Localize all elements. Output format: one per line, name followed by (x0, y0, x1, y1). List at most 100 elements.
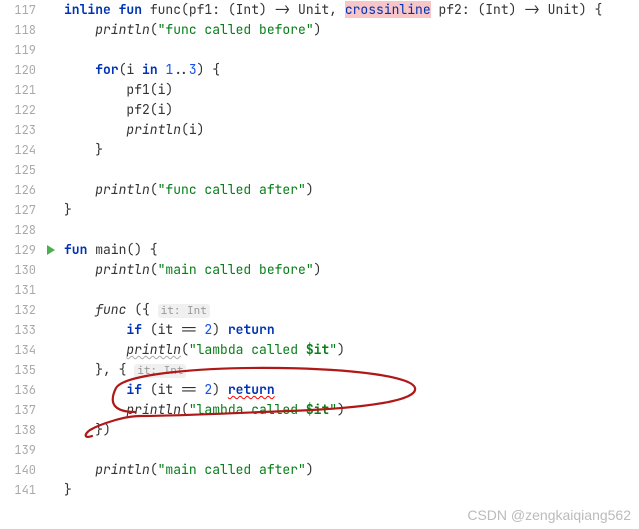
indent (64, 461, 95, 478)
line-number: 125 (0, 160, 36, 180)
indent (64, 121, 126, 138)
code-line[interactable]: pf1(i) (64, 80, 639, 100)
line-number: 119 (0, 40, 36, 60)
code-text: } (95, 141, 103, 158)
code-text: ( (150, 261, 158, 278)
code-area[interactable]: inline fun func(pf1: (Int) -> Unit, cros… (60, 0, 639, 529)
line-number: 118 (0, 20, 36, 40)
line-number: 132 (0, 300, 36, 320)
function-call: println (95, 461, 150, 478)
code-line[interactable]: }, { it: Int (64, 360, 639, 380)
function-call: func (95, 301, 134, 318)
code-text: (i (119, 61, 142, 78)
gutter-spacer (42, 300, 60, 320)
string-literal: " (329, 341, 337, 358)
keyword: if (126, 321, 142, 338)
code-text: main() { (95, 241, 157, 258)
keyword: return (228, 321, 275, 338)
gutter-spacer (42, 60, 60, 80)
code-line[interactable]: println("func called before") (64, 20, 639, 40)
code-text: (it == (142, 321, 204, 338)
code-text: pf1(i) (126, 81, 173, 98)
code-line[interactable]: println("lambda called $it") (64, 340, 639, 360)
code-text: ( (150, 461, 158, 478)
gutter-spacer (42, 380, 60, 400)
line-number: 126 (0, 180, 36, 200)
code-line[interactable]: func ({ it: Int (64, 300, 639, 320)
code-text: ) (337, 401, 345, 418)
code-text: ) { (197, 61, 220, 78)
line-number: 117 (0, 0, 36, 20)
code-line[interactable]: fun main() { (64, 240, 639, 260)
string-literal: "func called before" (158, 21, 314, 38)
code-line[interactable] (64, 40, 639, 60)
indent (64, 321, 126, 338)
gutter-spacer (42, 260, 60, 280)
code-text: }, { (95, 361, 134, 378)
code-line[interactable]: } (64, 200, 639, 220)
code-line[interactable] (64, 160, 639, 180)
line-number: 122 (0, 100, 36, 120)
keyword: in (142, 61, 158, 78)
code-text: ) (306, 461, 314, 478)
code-line[interactable]: println("main called after") (64, 460, 639, 480)
code-text: } (64, 481, 72, 498)
code-text: pf2: (Int) -> Unit) { (431, 1, 603, 18)
code-line[interactable]: println("func called after") (64, 180, 639, 200)
run-gutter (42, 0, 60, 529)
code-text: }) (95, 421, 111, 438)
code-text: ) (306, 181, 314, 198)
code-editor[interactable]: 1171181191201211221231241251261271281291… (0, 0, 639, 529)
code-text: ({ (134, 301, 157, 318)
code-line[interactable]: pf2(i) (64, 100, 639, 120)
function-call: println (126, 401, 181, 418)
indent (64, 381, 126, 398)
code-line[interactable]: println(i) (64, 120, 639, 140)
string-template-var: $it (306, 341, 329, 358)
code-line[interactable] (64, 440, 639, 460)
code-text: ) (212, 321, 228, 338)
code-text: ( (181, 401, 189, 418)
code-line[interactable]: }) (64, 420, 639, 440)
code-line[interactable] (64, 280, 639, 300)
code-text: ( (150, 21, 158, 38)
line-number: 139 (0, 440, 36, 460)
code-line[interactable]: if (it == 2) return (64, 320, 639, 340)
code-line[interactable]: } (64, 480, 639, 500)
gutter-spacer (42, 100, 60, 120)
string-template-var: $it (306, 401, 329, 418)
function-call: println (95, 181, 150, 198)
code-text: .. (173, 61, 189, 78)
gutter-spacer (42, 120, 60, 140)
code-line[interactable]: } (64, 140, 639, 160)
code-line[interactable]: println("main called before") (64, 260, 639, 280)
code-line[interactable]: inline fun func(pf1: (Int) -> Unit, cros… (64, 0, 639, 20)
code-text: ( (181, 341, 189, 358)
code-text: (it == (142, 381, 204, 398)
line-number: 121 (0, 80, 36, 100)
inlay-hint: it: Int (134, 364, 186, 378)
keyword-error: return (228, 381, 275, 398)
line-number: 141 (0, 480, 36, 500)
highlighted-keyword: crossinline (345, 1, 431, 18)
code-line[interactable] (64, 220, 639, 240)
gutter-spacer (42, 200, 60, 220)
code-text: func(pf1: (Int) -> Unit, (150, 1, 345, 18)
indent (64, 181, 95, 198)
indent (64, 261, 95, 278)
code-text: pf2(i) (126, 101, 173, 118)
line-number: 137 (0, 400, 36, 420)
code-line[interactable]: if (it == 2) return (64, 380, 639, 400)
gutter-spacer (42, 320, 60, 340)
gutter-spacer (42, 0, 60, 20)
code-line[interactable]: for(i in 1..3) { (64, 60, 639, 80)
line-number: 129 (0, 240, 36, 260)
inlay-hint: it: Int (158, 304, 210, 318)
function-call: println (126, 121, 181, 138)
gutter-spacer (42, 440, 60, 460)
run-icon[interactable] (42, 240, 60, 260)
function-call: println (95, 21, 150, 38)
string-literal: " (329, 401, 337, 418)
indent (64, 301, 95, 318)
code-line[interactable]: println("lambda called $it") (64, 400, 639, 420)
